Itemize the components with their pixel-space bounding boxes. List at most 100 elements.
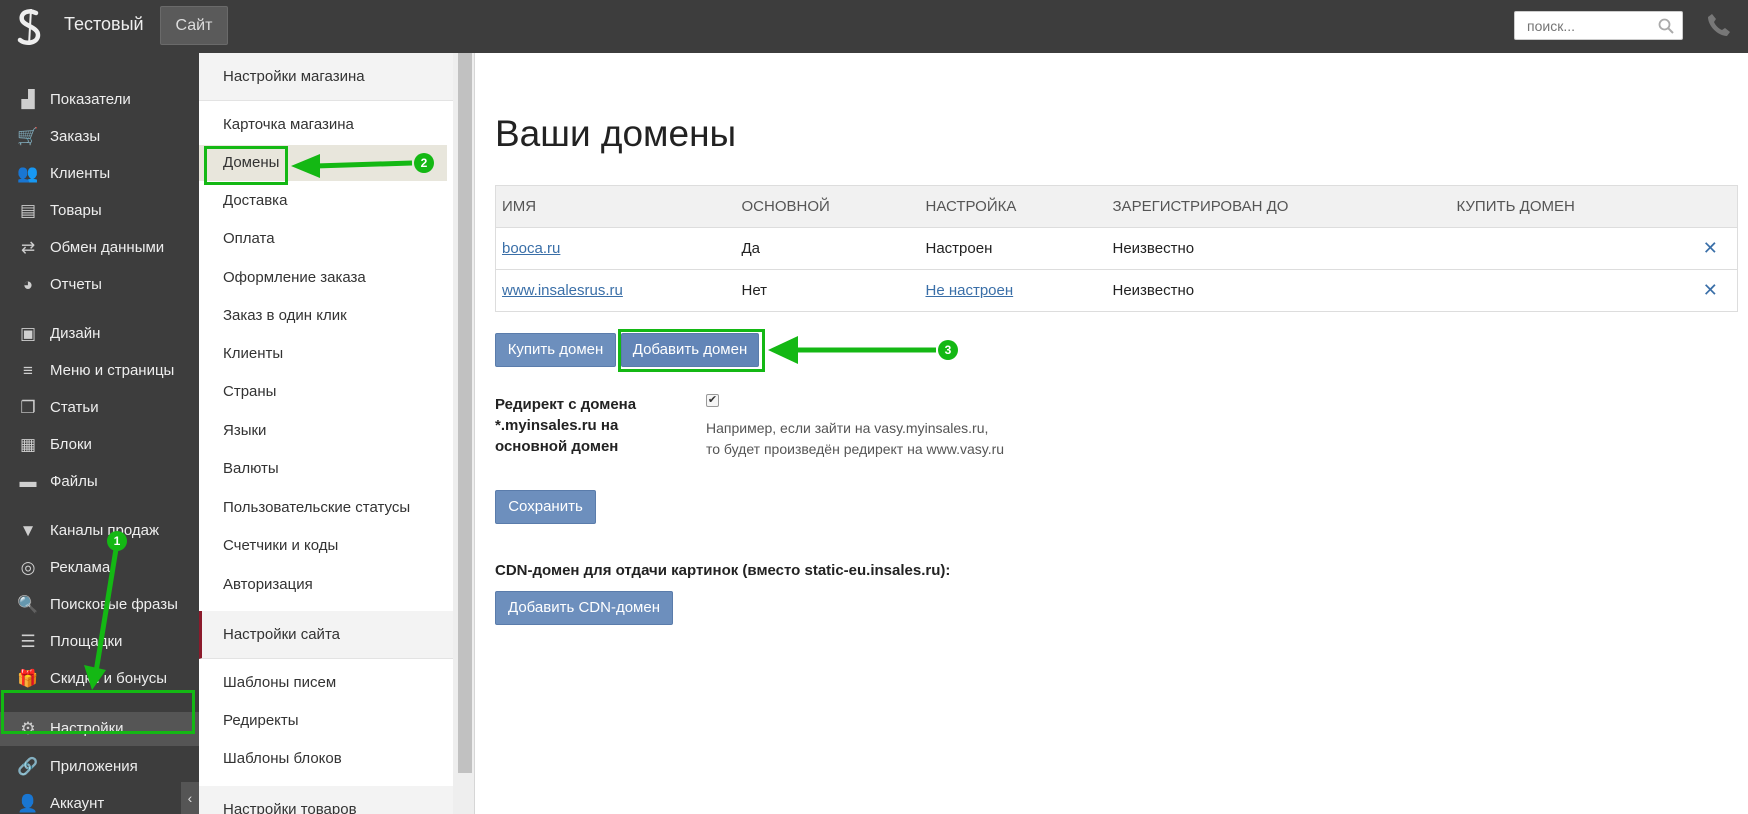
site-button[interactable]: Сайт [160, 6, 228, 45]
sidebar-item-apps[interactable]: 🔗 Приложения [0, 750, 199, 784]
sidebar-item-label: Каналы продаж [50, 522, 160, 539]
buy-domain-cell [1450, 227, 1678, 270]
chevron-left-icon: ‹ [187, 790, 193, 806]
content-divider [474, 53, 475, 814]
redirect-hint-line: Например, если зайти на vasy.myinsales.r… [706, 420, 989, 436]
submenu-item-counters[interactable]: Счетчики и коды [199, 528, 447, 564]
search-icon[interactable] [1658, 18, 1674, 34]
setup-link[interactable]: Не настроен [926, 282, 1014, 299]
submenu-item-currencies[interactable]: Валюты [199, 451, 447, 487]
link-icon: 🔗 [17, 757, 39, 776]
sidebar-item-articles[interactable]: ❐ Статьи [0, 391, 199, 425]
copy-icon: ❐ [20, 398, 36, 417]
highlight-add-domain [618, 329, 765, 372]
column-header-name: ИМЯ [495, 185, 736, 228]
submenu-item-authorization[interactable]: Авторизация [199, 567, 447, 603]
sidebar-item-label: Товары [50, 202, 102, 219]
pie-chart-icon: ◕ [22, 275, 34, 294]
collapse-sidebar-button[interactable]: ‹ [181, 782, 199, 814]
redirect-hint: Например, если зайти на vasy.myinsales.r… [706, 418, 1004, 460]
submenu-item-delivery[interactable]: Доставка [199, 183, 447, 219]
table-icon: ▦ [19, 435, 37, 454]
domain-link[interactable]: www.insalesrus.ru [502, 282, 623, 299]
submenu-item-countries[interactable]: Страны [199, 374, 447, 410]
registered-cell: Неизвестно [1106, 269, 1451, 312]
sidebar-item-files[interactable]: ▬ Файлы [0, 465, 199, 499]
table-row: www.insalesrus.ru Нет Не настроен Неизве… [495, 269, 1738, 312]
badge-3 [938, 340, 958, 360]
buy-domain-button[interactable]: Купить домен [495, 333, 616, 367]
submenu-item-checkout[interactable]: Оформление заказа [199, 260, 447, 296]
column-header-buy-domain: КУПИТЬ ДОМЕН [1450, 185, 1678, 228]
submenu-section-site-settings[interactable]: Настройки сайта [199, 611, 453, 659]
page-title: Ваши домены [495, 113, 737, 154]
column-header-registered: ЗАРЕГИСТРИРОВАН ДО [1106, 185, 1451, 228]
arrowhead-3 [768, 336, 798, 364]
submenu-item-one-click-order[interactable]: Заказ в один клик [199, 298, 447, 334]
sidebar-item-label: Меню и страницы [50, 362, 175, 379]
search-box[interactable] [1514, 11, 1683, 40]
submenu-section-product-settings[interactable]: Настройки товаров [199, 786, 453, 814]
sidebar-item-sales-channels[interactable]: ▼ Каналы продаж [0, 514, 199, 548]
primary-cell: Нет [735, 269, 920, 312]
column-header-setup: НАСТРОЙКА [919, 185, 1107, 228]
filter-icon: ▼ [19, 521, 37, 540]
search-input[interactable] [1515, 12, 1655, 39]
highlight-settings [1, 690, 195, 734]
sidebar-item-label: Площадки [50, 633, 123, 650]
sidebar-item-indicators[interactable]: ▟ Показатели [0, 83, 199, 117]
phone-icon[interactable] [1706, 12, 1732, 38]
cart-icon: 🛒 [17, 127, 39, 146]
registered-cell: Неизвестно [1106, 227, 1451, 270]
sidebar-item-label: Скидки и бонусы [50, 670, 168, 687]
sidebar-item-label: Реклама [50, 559, 111, 576]
sidebar-item-label: Поисковые фразы [50, 596, 178, 613]
sidebar-item-menu-pages[interactable]: ≡ Меню и страницы [0, 354, 199, 388]
exchange-icon: ⇄ [20, 238, 36, 257]
redirect-checkbox[interactable]: ✔ [706, 394, 719, 407]
save-button[interactable]: Сохранить [495, 490, 596, 524]
sidebar-item-label: Блоки [50, 436, 92, 453]
table-row: booca.ru Да Настроен Неизвестно ✕ [495, 227, 1738, 270]
sidebar-item-label: Дизайн [50, 325, 101, 342]
sidebar-item-products[interactable]: ▤ Товары [0, 194, 199, 228]
sidebar-item-label: Заказы [50, 128, 101, 145]
sidebar-item-reports[interactable]: ◕ Отчеты [0, 268, 199, 302]
primary-cell: Да [735, 227, 920, 270]
users-icon: 👥 [17, 164, 39, 183]
sidebar-item-blocks[interactable]: ▦ Блоки [0, 428, 199, 462]
submenu-section-shop-settings[interactable]: Настройки магазина [199, 53, 453, 101]
submenu-item-block-templates[interactable]: Шаблоны блоков [199, 741, 447, 777]
submenu-scrollbar[interactable] [453, 53, 475, 814]
add-cdn-button[interactable]: Добавить CDN-домен [495, 591, 673, 625]
sidebar-item-design[interactable]: ▣ Дизайн [0, 317, 199, 351]
sidebar-item-label: Обмен данными [50, 239, 165, 256]
setup-cell: Настроен [919, 227, 1107, 270]
sidebar-item-ads[interactable]: ◎ Реклама [0, 551, 199, 585]
sidebar-item-label: Отчеты [50, 276, 102, 293]
sidebar-item-account[interactable]: 👤 Аккаунт [0, 787, 199, 814]
domain-link[interactable]: booca.ru [502, 240, 560, 257]
sidebar-item-orders[interactable]: 🛒 Заказы [0, 120, 199, 154]
delete-domain-icon[interactable]: ✕ [1677, 269, 1738, 312]
sidebar-item-data-exchange[interactable]: ⇄ Обмен данными [0, 231, 199, 265]
submenu-item-redirects[interactable]: Редиректы [199, 703, 447, 739]
badge-3-label: 3 [945, 343, 952, 357]
scrollbar-thumb[interactable] [458, 53, 472, 773]
cdn-label: CDN-домен для отдачи картинок (вместо st… [495, 562, 951, 579]
gift-icon: 🎁 [17, 669, 39, 688]
sidebar-item-search-phrases[interactable]: 🔍 Поисковые фразы [0, 588, 199, 622]
submenu-item-clients[interactable]: Клиенты [199, 336, 447, 372]
delete-domain-icon[interactable]: ✕ [1677, 227, 1738, 270]
submenu-item-shop-card[interactable]: Карточка магазина [199, 107, 447, 143]
shop-name[interactable]: Тестовый [64, 14, 144, 35]
submenu-item-custom-statuses[interactable]: Пользовательские статусы [199, 490, 447, 526]
submenu-item-payment[interactable]: Оплата [199, 221, 447, 257]
submenu-item-email-templates[interactable]: Шаблоны писем [199, 665, 447, 701]
submenu-item-languages[interactable]: Языки [199, 413, 447, 449]
sidebar-item-marketplaces[interactable]: ☰ Площадки [0, 625, 199, 659]
sidebar-item-clients[interactable]: 👥 Клиенты [0, 157, 199, 191]
redirect-hint-line: то будет произведён редирект на www.vasy… [706, 441, 1005, 457]
insales-logo-icon[interactable] [14, 7, 46, 47]
sidebar-item-label: Статьи [50, 399, 99, 416]
